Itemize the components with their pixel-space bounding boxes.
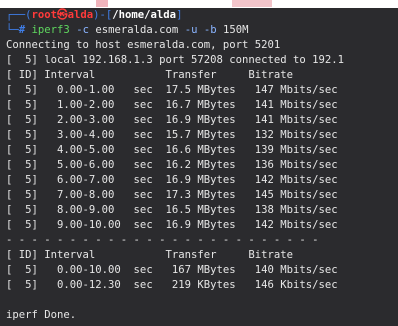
prompt-line: ┌──(root㉿alda)-[/home/alda] — [6, 9, 183, 21]
output-row: [ 5] 1.00-2.00 sec 16.7 MBytes 141 Mbits… — [6, 99, 338, 111]
output-summary-header: [ ID] Interval Transfer Bitrate — [6, 249, 294, 261]
command-bandwidth: 150M — [223, 24, 249, 36]
prompt-user: root — [31, 9, 58, 21]
command-name: iperf3 — [31, 24, 70, 36]
command-flag-c: -c — [76, 24, 89, 36]
output-summary-row: [ 5] 0.00-12.30 sec 219 KBytes 146 Kbits… — [6, 279, 338, 291]
output-row: [ 5] 6.00-7.00 sec 16.9 MBytes 142 Mbits… — [6, 174, 338, 186]
top-accent-right — [232, 0, 272, 7]
output-row: [ 5] 8.00-9.00 sec 16.5 MBytes 138 Mbits… — [6, 204, 338, 216]
command-flag-u: -u — [184, 24, 198, 36]
output-row: [ 5] 7.00-8.00 sec 17.3 MBytes 145 Mbits… — [6, 189, 338, 201]
output-row: [ 5] 0.00-1.00 sec 17.5 MBytes 147 Mbits… — [6, 84, 338, 96]
output-connecting: Connecting to host esmeralda.com, port 5… — [6, 39, 281, 51]
output-row: [ 5] 9.00-10.00 sec 16.9 MBytes 142 Mbit… — [6, 219, 338, 231]
command-line[interactable]: └─# iperf3 -c esmeralda.com -u -b 150M — [6, 23, 249, 38]
output-row: [ 5] 3.00-4.00 sec 15.7 MBytes 132 Mbits… — [6, 129, 338, 141]
top-accent-left — [96, 0, 108, 7]
output-row: [ 5] 4.00-5.00 sec 16.6 MBytes 139 Mbits… — [6, 144, 338, 156]
command-flag-b: -b — [203, 24, 217, 36]
output-row: [ 5] 2.00-3.00 sec 16.9 MBytes 141 Mbits… — [6, 114, 338, 126]
prompt-hash: # — [18, 24, 26, 36]
output-separator: - - - - - - - - - - - - - - - - - - - - … — [6, 234, 319, 246]
window-top-strip — [0, 0, 398, 8]
output-local: [ 5] local 192.168.1.3 port 57208 connec… — [6, 54, 345, 66]
prompt-host: alda — [67, 9, 94, 21]
terminal-window[interactable]: ┌──(root㉿alda)-[/home/alda] └─# iperf3 -… — [0, 8, 398, 326]
output-summary-row: [ 5] 0.00-10.00 sec 167 MBytes 140 Mbits… — [6, 264, 338, 276]
output-row: [ 5] 5.00-6.00 sec 16.2 MBytes 136 Mbits… — [6, 159, 338, 171]
prompt-at: ㉿ — [57, 9, 68, 21]
prompt-path: /home/alda — [112, 9, 177, 21]
command-host: esmeralda.com — [95, 24, 179, 36]
output-header: [ ID] Interval Transfer Bitrate — [6, 69, 294, 81]
output-done: iperf Done. — [6, 309, 77, 321]
